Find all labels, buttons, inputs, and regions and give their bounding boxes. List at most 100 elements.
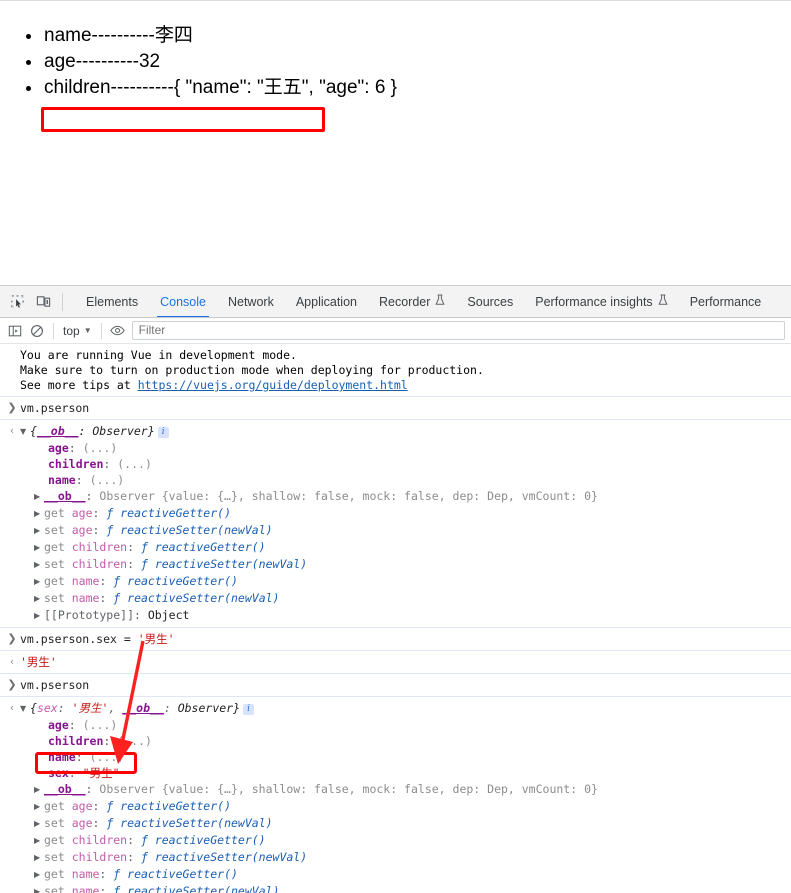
tab-network[interactable]: Network bbox=[217, 286, 285, 317]
object-header[interactable]: ‹ ▼ {sex: '男生', __ob__: Observer} i bbox=[0, 700, 791, 717]
object-property-row[interactable]: name: (...) bbox=[0, 749, 791, 765]
obj-header-value-2: Observer bbox=[177, 701, 234, 715]
accessor-kind: set bbox=[44, 591, 65, 605]
object-header[interactable]: ‹ ▼ {__ob__: Observer} i bbox=[0, 423, 791, 440]
console-input-row[interactable]: ❯ vm.pserson bbox=[0, 674, 791, 697]
accessor-key: children bbox=[71, 540, 128, 554]
triangle-closed-icon[interactable]: ▶ bbox=[34, 557, 44, 573]
accessor-row[interactable]: ▶ set name: ƒ reactiveSetter(newVal) bbox=[0, 590, 791, 607]
tab-performance[interactable]: Performance bbox=[679, 286, 773, 317]
tab-performance-insights[interactable]: Performance insights bbox=[524, 286, 678, 317]
object-property-row[interactable]: name: (...) bbox=[0, 472, 791, 488]
triangle-closed-icon[interactable]: ▶ bbox=[34, 489, 44, 505]
devtools-tab-list: Elements Console Network Application Rec… bbox=[75, 286, 773, 317]
execution-context-selector[interactable]: top ▼ bbox=[59, 321, 96, 341]
accessor-row[interactable]: ▶ get name: ƒ reactiveGetter() bbox=[0, 573, 791, 590]
accessor-row[interactable]: ▶ set children: ƒ reactiveSetter(newVal) bbox=[0, 849, 791, 866]
tab-label: Sources bbox=[467, 294, 514, 309]
console-output-string: '男生' bbox=[20, 655, 57, 669]
accessor-row[interactable]: ▶ get name: ƒ reactiveGetter() bbox=[0, 866, 791, 883]
input-marker-icon: ❯ bbox=[7, 401, 17, 414]
triangle-closed-icon[interactable]: ▶ bbox=[34, 816, 44, 832]
console-output[interactable]: You are running Vue in development mode.… bbox=[0, 344, 791, 893]
object-property-row[interactable]: children: (...) bbox=[0, 456, 791, 472]
property-key: children bbox=[48, 457, 104, 471]
triangle-closed-icon[interactable]: ▶ bbox=[34, 608, 44, 624]
accessor-kind: set bbox=[44, 816, 65, 830]
list-item-dashes: ---------- bbox=[91, 25, 155, 46]
accessor-row[interactable]: ▶ set name: ƒ reactiveSetter(newVal) bbox=[0, 883, 791, 893]
obj-brace-close: } bbox=[147, 424, 155, 438]
obj-brace-open: { bbox=[30, 701, 37, 715]
tab-elements[interactable]: Elements bbox=[75, 286, 149, 317]
accessor-row[interactable]: ▶ set age: ƒ reactiveSetter(newVal) bbox=[0, 815, 791, 832]
console-output-row[interactable]: ‹ '男生' bbox=[0, 651, 791, 674]
accessor-row[interactable]: ▶ get age: ƒ reactiveGetter() bbox=[0, 798, 791, 815]
vue-deployment-link[interactable]: https://vuejs.org/guide/deployment.html bbox=[138, 378, 408, 392]
tab-sources[interactable]: Sources bbox=[456, 286, 524, 317]
output-marker-icon: ‹ bbox=[9, 424, 15, 437]
property-value[interactable]: (...) bbox=[83, 441, 118, 455]
accessor-kind: set bbox=[44, 523, 65, 537]
object-property-row[interactable]: ▶ __ob__: Observer {value: {…}, shallow: … bbox=[0, 781, 791, 798]
triangle-closed-icon[interactable]: ▶ bbox=[34, 523, 44, 539]
info-icon[interactable]: i bbox=[243, 704, 255, 715]
triangle-closed-icon[interactable]: ▶ bbox=[34, 867, 44, 883]
list-item-label: age bbox=[44, 51, 76, 72]
property-value[interactable]: (...) bbox=[117, 734, 152, 748]
prototype-row[interactable]: ▶ [[Prototype]]: Object bbox=[0, 607, 791, 624]
triangle-open-icon[interactable]: ▼ bbox=[20, 701, 30, 717]
tab-application[interactable]: Application bbox=[285, 286, 368, 317]
tab-recorder[interactable]: Recorder bbox=[368, 286, 456, 317]
triangle-closed-icon[interactable]: ▶ bbox=[34, 799, 44, 815]
triangle-closed-icon[interactable]: ▶ bbox=[34, 506, 44, 522]
tab-label: Recorder bbox=[378, 294, 431, 309]
property-value[interactable]: (...) bbox=[117, 457, 152, 471]
accessor-kind: get bbox=[44, 506, 65, 520]
triangle-open-icon[interactable]: ▼ bbox=[20, 424, 30, 440]
list-item: children----------{ "name": "王五", "age":… bbox=[26, 75, 397, 101]
console-sidebar-icon[interactable] bbox=[4, 320, 26, 342]
accessor-row[interactable]: ▶ get children: ƒ reactiveGetter() bbox=[0, 539, 791, 556]
accessor-row[interactable]: ▶ get age: ƒ reactiveGetter() bbox=[0, 505, 791, 522]
accessor-kind: get bbox=[44, 540, 65, 554]
tab-label: Performance insights bbox=[535, 294, 653, 309]
property-value[interactable]: (...) bbox=[90, 750, 125, 764]
info-icon[interactable]: i bbox=[157, 427, 169, 438]
accessor-key: name bbox=[71, 884, 100, 893]
accessor-key: age bbox=[71, 799, 93, 813]
object-property-row[interactable]: age: (...) bbox=[0, 717, 791, 733]
object-property-row[interactable]: ▶ __ob__: Observer {value: {…}, shallow: … bbox=[0, 488, 791, 505]
list-item: age----------32 bbox=[26, 49, 397, 75]
live-expression-icon[interactable] bbox=[107, 320, 129, 342]
clear-console-icon[interactable] bbox=[26, 320, 48, 342]
accessor-row[interactable]: ▶ set age: ƒ reactiveSetter(newVal) bbox=[0, 522, 791, 539]
accessor-row[interactable]: ▶ set children: ƒ reactiveSetter(newVal) bbox=[0, 556, 791, 573]
accessor-row[interactable]: ▶ get children: ƒ reactiveGetter() bbox=[0, 832, 791, 849]
console-output-row[interactable]: ‹ ▼ {sex: '男生', __ob__: Observer} i age: (… bbox=[0, 697, 791, 893]
property-value[interactable]: (...) bbox=[83, 718, 118, 732]
obj-header-key-2: __ob__ bbox=[122, 701, 164, 715]
console-output-row[interactable]: ‹ ▼ {__ob__: Observer} i age: (...) childr… bbox=[0, 420, 791, 628]
triangle-closed-icon[interactable]: ▶ bbox=[34, 884, 44, 893]
triangle-closed-icon[interactable]: ▶ bbox=[34, 782, 44, 798]
object-property-row-sex[interactable]: sex: "男生" bbox=[0, 765, 791, 781]
prototype-key: [[Prototype]] bbox=[44, 608, 135, 622]
console-input-row[interactable]: ❯ vm.pserson.sex = '男生' bbox=[0, 628, 791, 651]
triangle-closed-icon[interactable]: ▶ bbox=[34, 833, 44, 849]
tab-console[interactable]: Console bbox=[149, 286, 217, 317]
experiment-flask-icon bbox=[658, 286, 668, 317]
property-detail: {value: {…}, shallow: false, mock: false… bbox=[161, 489, 598, 503]
property-value[interactable]: (...) bbox=[90, 473, 125, 487]
triangle-closed-icon[interactable]: ▶ bbox=[34, 540, 44, 556]
triangle-closed-icon[interactable]: ▶ bbox=[34, 591, 44, 607]
accessor-kind: get bbox=[44, 833, 65, 847]
object-property-row[interactable]: children: (...) bbox=[0, 733, 791, 749]
console-filter-input[interactable] bbox=[131, 321, 785, 340]
console-input-row[interactable]: ❯ vm.pserson bbox=[0, 396, 791, 420]
inspect-element-icon[interactable] bbox=[4, 289, 30, 315]
object-property-row[interactable]: age: (...) bbox=[0, 440, 791, 456]
triangle-closed-icon[interactable]: ▶ bbox=[34, 574, 44, 590]
triangle-closed-icon[interactable]: ▶ bbox=[34, 850, 44, 866]
device-toolbar-icon[interactable] bbox=[30, 289, 56, 315]
